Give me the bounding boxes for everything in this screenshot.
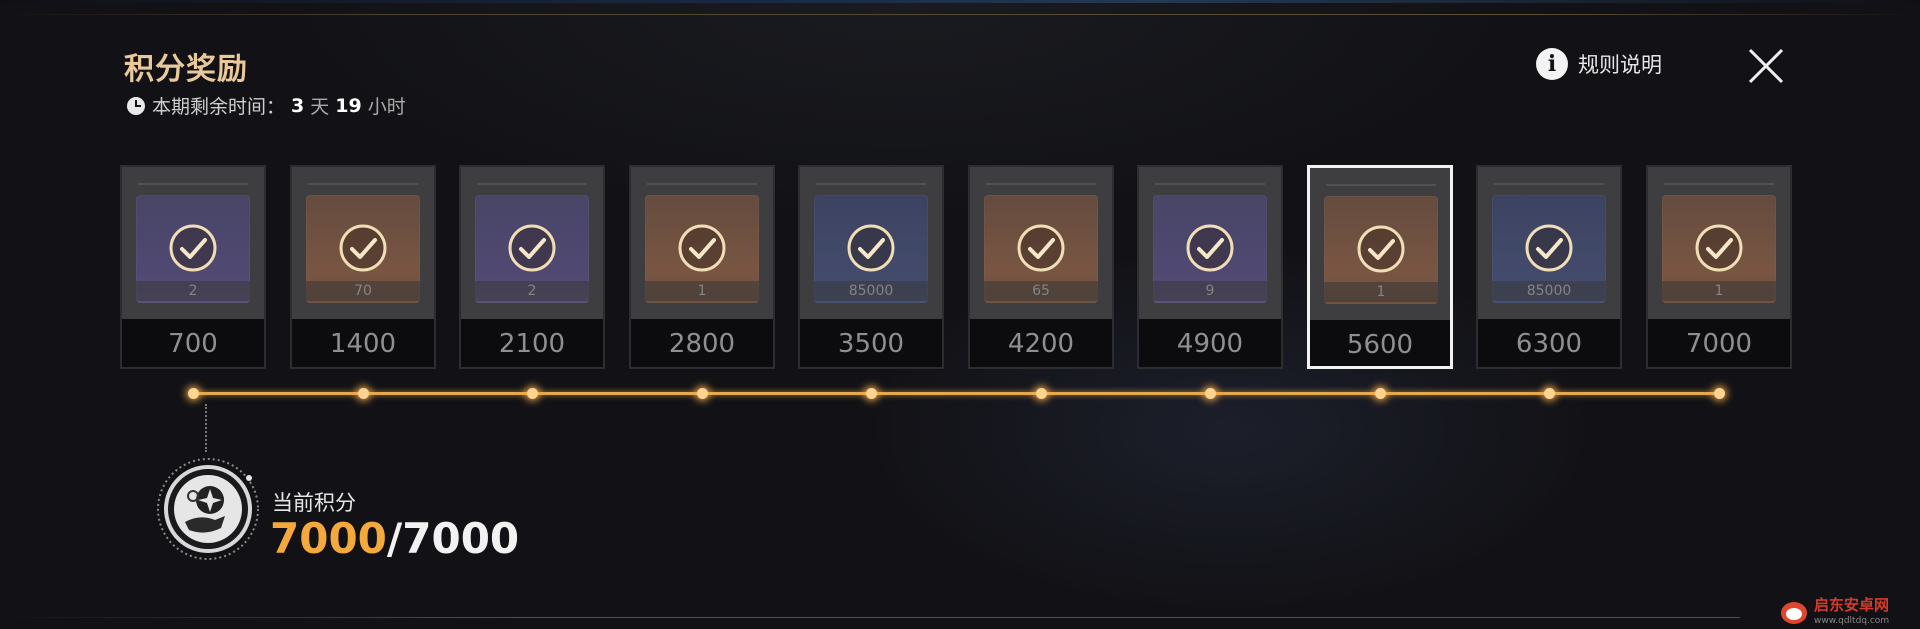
watermark: 启东安卓网 www.qdltdq.com	[1780, 597, 1889, 629]
info-icon: i	[1536, 48, 1568, 80]
remaining-label: 本期剩余时间：	[152, 96, 286, 118]
reward-card[interactable]: 65 4200	[968, 165, 1114, 369]
progress-node	[1714, 388, 1725, 399]
reward-points: 2100	[461, 319, 603, 367]
progress-node	[358, 388, 369, 399]
progress-node	[866, 388, 877, 399]
points-separator: /	[386, 514, 403, 563]
close-icon[interactable]	[1746, 46, 1786, 86]
current-position-connector	[205, 404, 207, 452]
days-unit: 天	[310, 96, 330, 118]
page-title: 积分奖励	[124, 52, 248, 87]
check-circle-icon	[508, 224, 556, 272]
reward-card[interactable]: 85000 6300	[1476, 165, 1622, 369]
progress-node	[1205, 388, 1216, 399]
reward-points: 2800	[631, 319, 773, 367]
reward-card[interactable]: 1 2800	[629, 165, 775, 369]
reward-card[interactable]: 85000 3500	[798, 165, 944, 369]
progress-track	[190, 392, 1714, 395]
hours-unit: 小时	[367, 96, 406, 118]
check-circle-icon	[678, 224, 726, 272]
reward-card[interactable]: 1 7000	[1646, 165, 1792, 369]
reward-card[interactable]: 9 4900	[1137, 165, 1283, 369]
clock-icon	[127, 96, 145, 115]
current-points: 7000/7000	[270, 514, 519, 563]
progress-node	[1544, 388, 1555, 399]
top-accent-strip	[0, 0, 1920, 3]
rules-button[interactable]: i 规则说明	[1536, 48, 1662, 80]
remaining-days: 3	[291, 94, 305, 117]
check-circle-icon	[1525, 224, 1573, 272]
points-badge-icon	[157, 458, 259, 560]
reward-card[interactable]: 70 1400	[290, 165, 436, 369]
reward-points: 5600	[1310, 320, 1450, 366]
check-circle-icon	[1357, 225, 1405, 273]
reward-points: 4900	[1139, 319, 1281, 367]
progress-node	[1036, 388, 1047, 399]
rules-label: 规则说明	[1578, 53, 1662, 77]
remaining-hours: 19	[335, 94, 362, 117]
reward-card[interactable]: 2 700	[120, 165, 266, 369]
current-points-value: 7000	[270, 514, 387, 563]
watermark-site: www.qdltdq.com	[1814, 616, 1890, 626]
check-circle-icon	[1186, 224, 1234, 272]
progress-node	[1375, 388, 1386, 399]
bottom-divider	[0, 617, 1740, 618]
remaining-time: 本期剩余时间： 3 天 19 小时	[126, 92, 406, 119]
check-circle-icon	[847, 224, 895, 272]
reward-points: 3500	[800, 319, 942, 367]
reward-card[interactable]: 1 5600	[1307, 165, 1453, 369]
check-circle-icon	[169, 224, 217, 272]
watermark-name: 启东安卓网	[1814, 596, 1890, 614]
max-points-value: 7000	[402, 514, 520, 563]
watermark-logo-icon	[1781, 602, 1807, 624]
check-circle-icon	[339, 224, 387, 272]
reward-points: 4200	[970, 319, 1112, 367]
reward-points: 7000	[1648, 319, 1790, 367]
check-circle-icon	[1017, 224, 1065, 272]
watermark-text: 启东安卓网 www.qdltdq.com	[1814, 597, 1889, 629]
reward-points: 1400	[292, 319, 434, 367]
top-divider	[0, 14, 1920, 15]
reward-card[interactable]: 2 2100	[459, 165, 605, 369]
progress-node	[527, 388, 538, 399]
check-circle-icon	[1695, 224, 1743, 272]
reward-points: 6300	[1478, 319, 1620, 367]
progress-node	[188, 388, 199, 399]
progress-node	[697, 388, 708, 399]
reward-points: 700	[122, 319, 264, 367]
current-points-label: 当前积分	[272, 491, 356, 515]
